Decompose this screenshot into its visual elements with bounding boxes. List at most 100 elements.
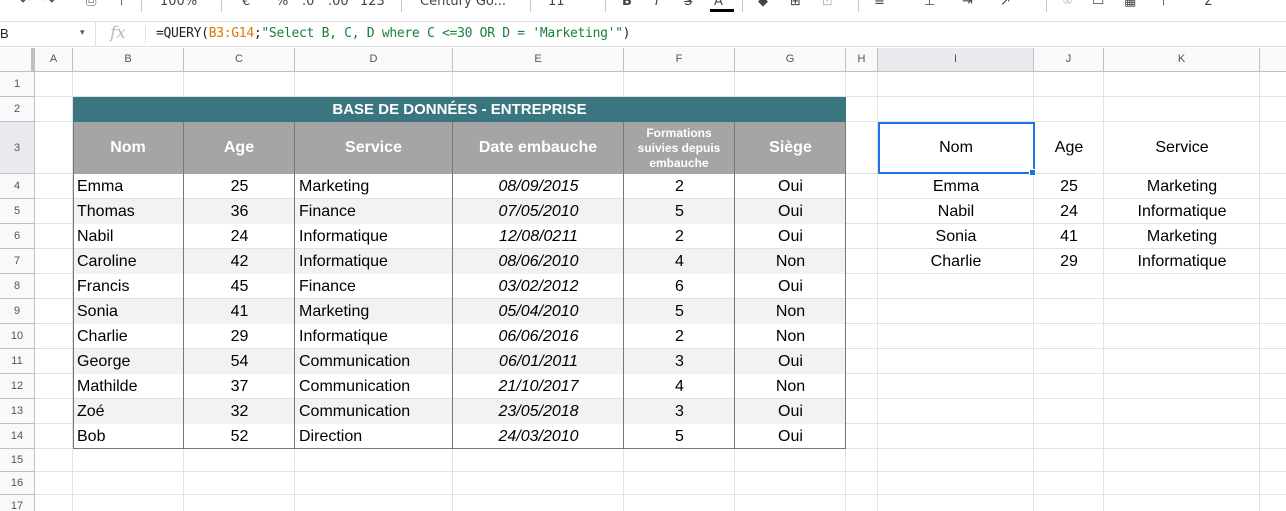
cell-siege[interactable]: Oui [735,424,846,449]
cell-date-embauche[interactable]: 06/06/2016 [453,324,624,349]
cell-date-embauche[interactable]: 24/03/2010 [453,424,624,449]
cell-service[interactable]: Communication [295,374,453,399]
strikethrough-button[interactable]: S [684,0,692,9]
cell-date-embauche[interactable]: 06/01/2011 [453,349,624,374]
more-formats-button[interactable]: 123 [360,0,385,9]
cell-service[interactable]: Informatique [295,224,453,249]
bold-button[interactable]: B [622,0,632,9]
text-wrapping-icon[interactable]: ⇥ [962,0,973,9]
row-header-12[interactable]: 12 [0,374,35,399]
formula-input[interactable]: =QUERY(B3:G14;"Select B, C, D where C <=… [156,26,630,41]
result-cell-service[interactable]: Informatique [1104,199,1260,224]
cell-siege[interactable]: Non [735,299,846,324]
row-header-6[interactable]: 6 [0,224,35,249]
result-cell-age[interactable]: 24 [1034,199,1104,224]
increase-decimal-button[interactable]: .00 [328,0,349,9]
column-header-h[interactable]: H [846,48,878,71]
merge-cells-icon[interactable]: ⊡ [822,0,833,9]
fill-handle[interactable] [1029,169,1036,176]
row-header-4[interactable]: 4 [0,174,35,199]
chevron-down-icon[interactable]: ▾ [80,27,85,38]
column-header-f[interactable]: F [624,48,735,71]
decrease-decimal-button[interactable]: .0 [302,0,314,9]
row-header-7[interactable]: 7 [0,249,35,274]
cell-age[interactable]: 37 [184,374,295,399]
font-select[interactable]: Century Go... [420,0,506,9]
cell-siege[interactable]: Oui [735,349,846,374]
result-cell-age[interactable]: 41 [1034,224,1104,249]
cell-age[interactable]: 52 [184,424,295,449]
cell-age[interactable]: 42 [184,249,295,274]
cell-nom[interactable]: Zoé [73,399,184,424]
vertical-align-icon[interactable]: ⊥ [924,0,935,9]
cell-service[interactable]: Informatique [295,324,453,349]
cell-nom[interactable]: Thomas [73,199,184,224]
italic-button[interactable]: I [655,0,659,9]
result-cell-age[interactable]: 29 [1034,249,1104,274]
cell-formations[interactable]: 4 [624,249,735,274]
font-size-select[interactable]: 11 [548,0,565,9]
row-header-9[interactable]: 9 [0,299,35,324]
currency-format-button[interactable]: € [242,0,250,9]
cell-service[interactable]: Finance [295,274,453,299]
cell-siege[interactable]: Oui [735,224,846,249]
cell-age[interactable]: 24 [184,224,295,249]
cell-nom[interactable]: Caroline [73,249,184,274]
column-header-g[interactable]: G [735,48,846,71]
cell-service[interactable]: Communication [295,399,453,424]
cell-formations[interactable]: 5 [624,424,735,449]
column-header-d[interactable]: D [295,48,453,71]
row-header-15[interactable]: 15 [0,449,35,472]
cell-service[interactable]: Direction [295,424,453,449]
cell-siege[interactable]: Non [735,324,846,349]
cell-nom[interactable]: George [73,349,184,374]
cell-formations[interactable]: 5 [624,299,735,324]
cell-date-embauche[interactable]: 05/04/2010 [453,299,624,324]
text-rotation-icon[interactable]: ↗ [1000,0,1011,9]
cell-age[interactable]: 32 [184,399,295,424]
filter-icon[interactable]: ⊤ [1158,0,1169,9]
insert-chart-icon[interactable]: ▦ [1124,0,1136,9]
horizontal-align-icon[interactable]: ≡ [874,0,885,9]
fill-color-icon[interactable]: ◆ [758,0,768,9]
functions-icon[interactable]: Σ [1204,0,1212,9]
row-header-8[interactable]: 8 [0,274,35,299]
column-header-k[interactable]: K [1104,48,1260,71]
borders-icon[interactable]: ⊞ [790,0,801,9]
result-cell-service[interactable]: Informatique [1104,249,1260,274]
cell-date-embauche[interactable]: 12/08/0211 [453,224,624,249]
cell-date-embauche[interactable]: 21/10/2017 [453,374,624,399]
cell-service[interactable]: Informatique [295,249,453,274]
cell-date-embauche[interactable]: 07/05/2010 [453,199,624,224]
cell-formations[interactable]: 3 [624,399,735,424]
column-header-c[interactable]: C [184,48,295,71]
cell-age[interactable]: 54 [184,349,295,374]
column-header-b[interactable]: B [73,48,184,71]
cell-date-embauche[interactable]: 08/09/2015 [453,174,624,199]
cell-formations[interactable]: 5 [624,199,735,224]
row-header-5[interactable]: 5 [0,199,35,224]
row-header-11[interactable]: 11 [0,349,35,374]
row-header-17[interactable]: 17 [0,495,35,511]
column-header-j[interactable]: J [1034,48,1104,71]
row-header-2[interactable]: 2 [0,97,35,122]
undo-icon[interactable]: ↶ [20,0,31,9]
row-header-14[interactable]: 14 [0,424,35,449]
row-header-13[interactable]: 13 [0,399,35,424]
zoom-select[interactable]: 100% [160,0,197,9]
cell-service[interactable]: Communication [295,349,453,374]
cell-age[interactable]: 29 [184,324,295,349]
print-icon[interactable]: ⎙ [86,0,96,9]
insert-comment-icon[interactable]: ▭ [1092,0,1104,9]
column-header-a[interactable]: A [35,48,73,71]
column-header-i[interactable]: I [878,48,1034,71]
cell-nom[interactable]: Charlie [73,324,184,349]
name-box[interactable]: B ▾ [0,22,96,46]
cell-nom[interactable]: Bob [73,424,184,449]
result-cell-age[interactable]: 25 [1034,174,1104,199]
cell-date-embauche[interactable]: 03/02/2012 [453,274,624,299]
cell-age[interactable]: 25 [184,174,295,199]
row-header-10[interactable]: 10 [0,324,35,349]
row-header-16[interactable]: 16 [0,472,35,495]
cell-formations[interactable]: 3 [624,349,735,374]
